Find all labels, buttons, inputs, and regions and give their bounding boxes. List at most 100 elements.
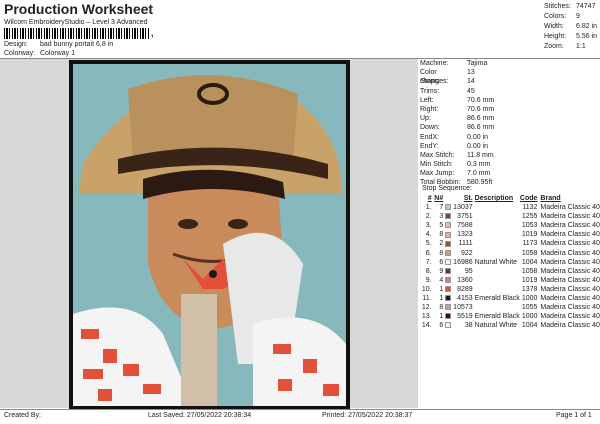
- table-row: 4. 8 1323 1019 Madeira Classic 40: [420, 230, 600, 239]
- last-saved: Last Saved: 27/05/2022 20:38:34: [148, 412, 252, 419]
- info-row: Up: 86.6 mm: [420, 115, 495, 123]
- info-row: EndY: 0.00 in: [420, 142, 489, 150]
- cell-num: 7.: [425, 258, 432, 266]
- info-row: Min Stitch: 0.3 mm: [420, 161, 491, 169]
- cell-code: 1000: [521, 295, 538, 303]
- color-swatch: [445, 222, 452, 229]
- cell-brand: Madeira Classic 40: [540, 222, 600, 230]
- created-by: Created By:: [4, 412, 41, 419]
- cell-num: 3.: [425, 222, 432, 230]
- cell-n: 7: [439, 204, 444, 212]
- colorway-value: Colorway 1: [39, 50, 75, 57]
- cell-desc: [473, 230, 520, 239]
- info-row: Right: 70.6 mm: [420, 105, 495, 113]
- cell-brand: Madeira Classic 40: [540, 276, 600, 284]
- color-swatch: [445, 240, 452, 247]
- color-swatch: [445, 258, 452, 265]
- cell-brand: Madeira Classic 40: [540, 304, 600, 312]
- table-row: 13. 1 5519 Emerald Black 1000 Madeira Classic…: [420, 312, 600, 321]
- design-row: Design: bad bunny portait 6,8 in: [4, 41, 113, 48]
- cell-brand: Madeira Classic 40: [540, 204, 600, 212]
- table-row: 2. 3 3751 1255 Madeira Classic 40: [420, 212, 600, 221]
- cell-desc: [473, 276, 520, 285]
- color-swatch: [445, 286, 452, 293]
- color-swatch: [445, 304, 452, 311]
- machine-info-panel: Machine: Tajima Color changes: 13 Stops: 14…: [420, 59, 600, 188]
- cell-desc: [473, 267, 520, 276]
- color-swatch: [445, 249, 452, 256]
- info-row: EndX: 0.00 in: [420, 133, 489, 141]
- info-row: Machine: Tajima: [420, 60, 488, 67]
- cell-n: 4: [439, 276, 444, 284]
- cell-num: 8.: [425, 267, 432, 275]
- cell-desc: Natural White: [474, 258, 518, 266]
- table-row: 7. 6 16986 Natural White 1004 Madeira Classic…: [420, 258, 600, 267]
- cell-n: 8: [439, 249, 444, 257]
- table-header-row: # N# St. Description Code Brand: [427, 195, 561, 202]
- cell-num: 5.: [425, 240, 432, 248]
- color-swatch: [445, 267, 452, 274]
- color-swatch: [445, 295, 452, 302]
- table-row: 14. 6 38 Natural White 1004 Madeira Classic 4…: [420, 321, 600, 330]
- cell-desc: [473, 203, 520, 212]
- color-swatch: [445, 313, 452, 320]
- design-label: Design:: [4, 41, 28, 48]
- cell-code: 1132: [522, 204, 538, 212]
- page-number: Page 1 of 1: [556, 412, 592, 419]
- table-row: 11. 1 4153 Emerald Black 1000 Madeira Classic…: [420, 294, 600, 303]
- stats-panel: Stitches: 74747 Colors: 9 Width: 6.82 in He…: [544, 2, 597, 52]
- table-row: 5. 2 1111 1173 Madeira Classic 40: [420, 239, 600, 248]
- footer-divider: [0, 409, 600, 410]
- cell-num: 1.: [425, 204, 432, 212]
- stat-row: Height: 5.56 in: [544, 33, 598, 40]
- table-row: 9. 4 1360 1019 Madeira Classic 40: [420, 276, 600, 285]
- cell-num: 13.: [421, 313, 432, 321]
- cell-code: 1378: [521, 285, 538, 293]
- cell-st: 1111: [458, 240, 473, 248]
- cell-n: 1: [439, 285, 444, 293]
- cell-brand: Madeira Classic 40: [540, 213, 600, 221]
- cell-code: 1019: [521, 276, 538, 284]
- cell-desc: [473, 285, 520, 294]
- table-row: 3. 5 7588 1053 Madeira Classic 40: [420, 221, 600, 230]
- color-swatch: [445, 204, 452, 211]
- color-swatch: [445, 213, 452, 220]
- cell-n: 2: [439, 240, 444, 248]
- cell-n: 8: [439, 304, 444, 312]
- stop-sequence-heading: Stop Sequence:: [422, 185, 472, 192]
- cell-n: 3: [439, 213, 444, 221]
- info-row: Max Jump: 7.0 mm: [420, 170, 491, 178]
- stop-sequence-table: # N# St. Description Code Brand 1. 7 13037…: [420, 194, 600, 330]
- cell-desc: Natural White: [474, 322, 518, 330]
- cell-desc: Emerald Black: [474, 313, 520, 321]
- cell-n: 6: [439, 258, 444, 266]
- cell-brand: Madeira Classic 40: [540, 322, 600, 330]
- design-value: bad bunny portait 6,8 in: [39, 41, 114, 48]
- cell-code: 1000: [521, 313, 538, 321]
- cell-st: 4153: [457, 295, 473, 303]
- cell-desc: [473, 249, 520, 258]
- cell-desc: [473, 221, 520, 230]
- color-swatch: [445, 322, 452, 329]
- cell-st: 10573: [453, 304, 473, 312]
- info-row: Down: 86.6 mm: [420, 124, 495, 132]
- info-row: Color changes: 13: [420, 69, 475, 86]
- cell-st: 1323: [457, 231, 473, 239]
- info-row: Left: 70.6 mm: [420, 96, 495, 104]
- cell-n: 6: [439, 322, 444, 330]
- colorway-row: Colorway: Colorway 1: [4, 50, 75, 57]
- stat-row: Zoom: 1:1: [544, 43, 586, 50]
- cell-brand: Madeira Classic 40: [540, 249, 600, 257]
- cell-num: 12.: [421, 304, 432, 312]
- cell-desc: [473, 303, 520, 312]
- cell-st: 7588: [457, 222, 473, 230]
- page-title: Production Worksheet: [4, 1, 154, 17]
- stat-row: Stitches: 74747: [544, 3, 596, 10]
- cell-code: 1004: [521, 322, 538, 330]
- cell-code: 1173: [522, 240, 538, 248]
- cell-n: 1: [439, 295, 444, 303]
- cell-n: 1: [439, 313, 444, 321]
- info-row: Stops: 14: [420, 78, 475, 86]
- table-row: 6. 8 922 1058 Madeira Classic 40: [420, 249, 600, 258]
- cell-code: 1255: [521, 213, 538, 221]
